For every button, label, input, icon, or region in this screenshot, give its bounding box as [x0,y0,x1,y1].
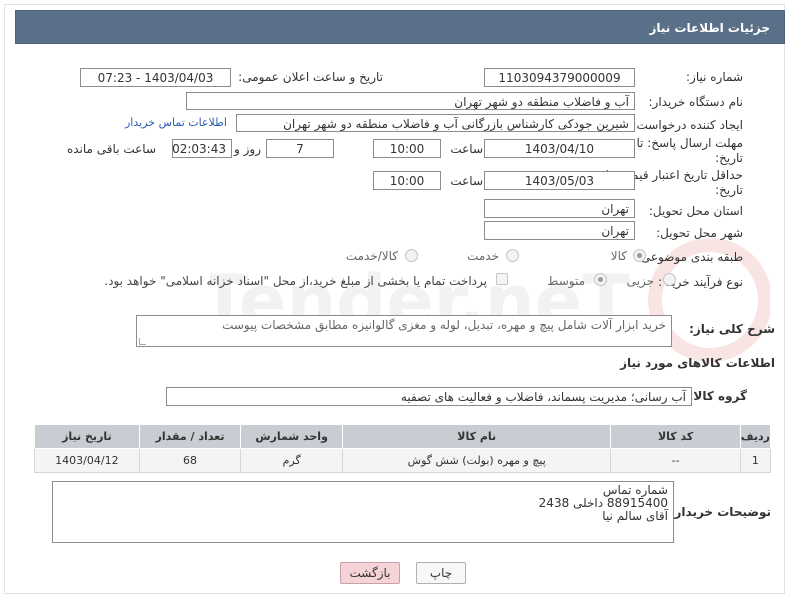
province-label: استان محل تحویل: [648,204,743,218]
category-option-goods: کالا [610,249,627,263]
reply-date-field[interactable]: 1403/04/10 [484,139,635,158]
price-validity-label-date: تاریخ: [715,183,743,197]
city-field[interactable]: تهران [484,221,635,240]
category-radio-goods[interactable] [633,249,646,262]
category-radio-service[interactable] [506,249,519,262]
price-date-field[interactable]: 1403/05/03 [484,171,635,190]
buyer-contact-link[interactable]: اطلاعات تماس خریدار [125,116,227,129]
need-number-label: شماره نیاز: [686,70,743,84]
goods-info-title: اطلاعات کالاهای مورد نیاز [620,356,775,370]
col-row-header: ردیف [739,424,772,449]
cell-name: پیچ و مهره (بولت) شش گوش [341,448,612,473]
page-title: جزئیات اطلاعات نیاز [15,10,785,44]
col-qty-header: تعداد / مقدار [138,424,242,449]
announce-label: تاریخ و ساعت اعلان عمومی: [238,70,383,84]
process-option-medium: متوسط [547,274,585,288]
buyer-notes-line-3: آقای سالم نیا [602,509,668,523]
remaining-time-field[interactable]: 02:03:43 [172,139,232,158]
cell-row: 1 [739,448,772,473]
days-label: روز و [234,142,261,156]
buyer-notes-line-2: 88915400 داخلی 2438 [538,496,668,510]
treasury-payment-note: پرداخت تمام یا بخشی از مبلغ خرید،از محل … [104,274,487,288]
table-header-row: ردیف کد کالا نام کالا واحد شمارش تعداد /… [34,424,772,449]
city-label: شهر محل تحویل: [656,226,743,240]
category-option-service: خدمت [467,249,499,263]
cell-date: 1403/04/12 [34,448,140,473]
process-option-minor: جزیی [626,274,654,288]
cell-unit: گرم [240,448,343,473]
goods-group-label: گروه کالا: [688,389,747,403]
cell-code: -- [610,448,741,473]
need-number-field[interactable]: 1103094379000009 [484,68,635,87]
buyer-org-field[interactable]: آب و فاضلاب منطقه دو شهر تهران [186,92,635,110]
category-radio-both[interactable] [405,249,418,262]
requester-label: ایجاد کننده درخواست: [632,118,743,132]
goods-table: ردیف کد کالا نام کالا واحد شمارش تعداد /… [34,424,772,473]
table-row[interactable]: 1 -- پیچ و مهره (بولت) شش گوش گرم 68 140… [34,448,772,473]
description-field[interactable]: خرید ابزار آلات شامل پیچ و مهره، تبدیل، … [136,315,672,347]
reply-time-field[interactable]: 10:00 [373,139,441,158]
cell-qty: 68 [138,448,242,473]
buyer-org-label: نام دستگاه خریدار: [648,95,744,109]
process-radio-medium[interactable] [594,273,607,286]
print-button[interactable]: چاپ [416,562,466,584]
reply-time-label: ساعت [450,142,483,156]
col-name-header: نام کالا [341,424,612,449]
category-label: طبقه بندی موضوعی: [636,250,743,264]
col-unit-header: واحد شمارش [240,424,343,449]
process-radio-minor[interactable] [663,273,676,286]
resize-handle[interactable] [139,338,146,345]
category-option-both: کالا/خدمت [345,249,398,263]
goods-group-field[interactable]: آب رسانی؛ مدیریت پسماند، فاضلاب و فعالیت… [166,387,692,406]
description-label: شرح کلی نیاز: [689,322,775,336]
remaining-label: ساعت باقی مانده [66,142,156,156]
col-code-header: کد کالا [610,424,741,449]
buyer-notes-field[interactable]: شماره تماس 88915400 داخلی 2438 آقای سالم… [52,481,674,543]
buyer-notes-label: توضیحات خریدار: [669,505,771,519]
province-field[interactable]: تهران [484,199,635,218]
requester-field[interactable]: شیرین جودکی کارشناس بازرگانی آب و فاضلاب… [236,114,635,132]
col-date-header: تاریخ نیاز [34,424,140,449]
back-button[interactable]: بازگشت [340,562,400,584]
reply-deadline-label: مهلت ارسال پاسخ: تا [636,136,743,150]
announce-field[interactable]: 1403/04/03 - 07:23 [80,68,231,87]
price-time-label: ساعت [450,174,483,188]
days-field[interactable]: 7 [266,139,334,158]
reply-deadline-label-date: تاریخ: [715,151,743,165]
treasury-payment-checkbox[interactable] [496,273,508,285]
price-time-field[interactable]: 10:00 [373,171,441,190]
